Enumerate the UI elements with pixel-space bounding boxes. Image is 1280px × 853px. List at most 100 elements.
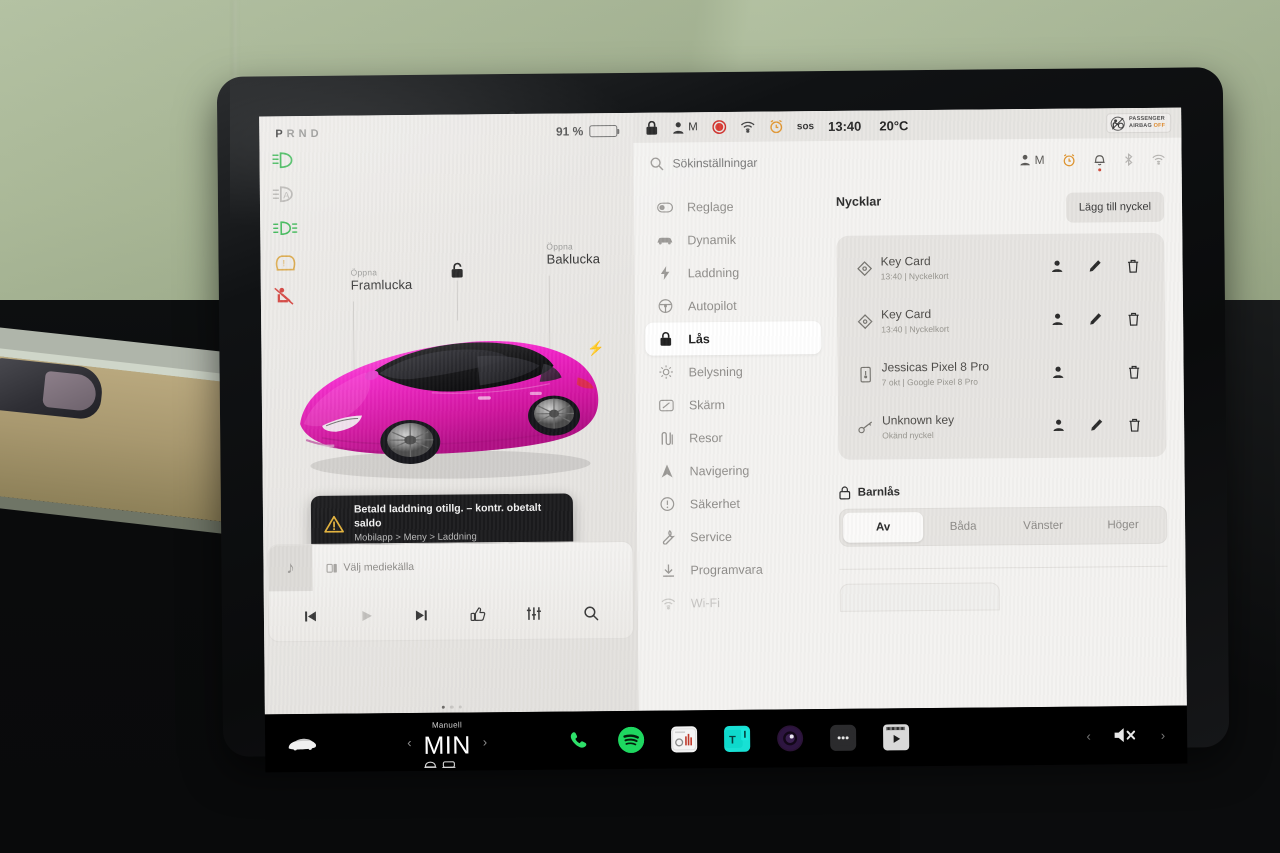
child-lock-option-vanster[interactable]: Vänster: [1003, 511, 1083, 542]
svg-text:T: T: [729, 734, 736, 746]
status-bar: M sos 13:40 20°C PASSENGER AIRBAG OFF: [633, 107, 1182, 143]
volume-muted-icon[interactable]: [1113, 726, 1139, 744]
edit-key-button[interactable]: [1089, 259, 1103, 272]
auto-high-beam-icon: A: [272, 184, 298, 204]
sidebar-item-navigering[interactable]: Navigering: [646, 453, 822, 488]
display-icon: [658, 399, 675, 411]
chevron-left-icon[interactable]: ‹: [407, 735, 411, 750]
front-trunk-callout[interactable]: Öppna Framlucka: [350, 267, 413, 292]
thumbs-up-button[interactable]: [470, 606, 486, 622]
toybox-app-icon[interactable]: T: [724, 725, 751, 753]
locked-padlock-icon[interactable]: [645, 120, 658, 135]
settings-search-bar[interactable]: M: [633, 137, 1182, 185]
wifi-icon: [660, 597, 677, 610]
driver-profile-icon[interactable]: M: [1020, 153, 1045, 167]
battery-percent-label: 91 %: [555, 124, 584, 139]
page-dot-1[interactable]: [441, 705, 446, 709]
page-dot-3[interactable]: [458, 705, 463, 709]
sidebar-item-service[interactable]: Service: [647, 519, 823, 554]
edit-key-button[interactable]: [1090, 418, 1104, 431]
rear-trunk-label: Baklucka: [546, 251, 601, 267]
theater-app-icon[interactable]: [883, 724, 910, 751]
child-lock-option-hoger[interactable]: Höger: [1083, 510, 1163, 541]
equalizer-button[interactable]: [526, 606, 542, 622]
sidebar-item-dynamik[interactable]: Dynamik: [644, 222, 820, 257]
outside-temperature: 20°C: [879, 117, 909, 133]
wifi-icon[interactable]: [740, 121, 755, 133]
climate-readout[interactable]: Manuell MIN: [423, 715, 471, 768]
sidebar-item-sakerhet[interactable]: Säkerhet: [647, 486, 823, 521]
sidebar-item-las[interactable]: Lås: [645, 321, 822, 356]
keys-header: Nycklar Lägg till nyckel: [836, 191, 1165, 225]
wifi-icon[interactable]: [1152, 153, 1166, 165]
sidebar-item-belysning[interactable]: Belysning: [645, 354, 821, 389]
battery-indicator[interactable]: 91 %: [555, 124, 618, 139]
assign-driver-button[interactable]: [1051, 260, 1065, 273]
bolt-icon: [657, 265, 674, 280]
page-dot-2[interactable]: [450, 705, 454, 709]
key-list-item[interactable]: Key Card 13:40 | Nyckelkort: [849, 292, 1161, 348]
car-front-icon[interactable]: [287, 734, 317, 751]
battery-icon: [589, 125, 618, 138]
driver-profile-indicator[interactable]: M: [672, 121, 698, 134]
phone-app-icon[interactable]: [565, 727, 591, 753]
bluetooth-icon[interactable]: [1124, 152, 1134, 166]
search-input[interactable]: [672, 154, 883, 171]
delete-key-button[interactable]: [1127, 311, 1141, 326]
key-list-item[interactable]: Key Card 13:40 | Nyckelkort: [848, 239, 1160, 295]
rear-trunk-callout[interactable]: Öppna Baklucka: [546, 241, 601, 267]
sidebar-item-skarm[interactable]: Skärm: [646, 387, 822, 422]
edit-key-button[interactable]: [1089, 312, 1103, 325]
key-list-item[interactable]: Unknown key Okänd nyckel: [850, 398, 1162, 454]
media-search-button[interactable]: [583, 605, 599, 621]
climate-control: ‹ Manuell MIN ›: [407, 715, 488, 769]
sidebar-item-label: Autopilot: [687, 298, 737, 313]
play-button[interactable]: [359, 608, 374, 623]
previous-track-button[interactable]: [303, 608, 318, 623]
delete-key-button[interactable]: [1127, 258, 1141, 273]
chevron-right-icon[interactable]: ›: [483, 734, 487, 749]
sidebar-item-reglage[interactable]: Reglage: [644, 189, 820, 224]
alarm-clock-icon[interactable]: [1063, 153, 1076, 166]
assign-driver-button[interactable]: [1051, 313, 1065, 326]
keys-list: Key Card 13:40 | Nyckelkort Key Card 13:…: [836, 232, 1167, 460]
sidebar-item-wifi[interactable]: Wi-Fi: [648, 585, 824, 620]
next-setting-control-partial[interactable]: [839, 582, 1000, 612]
sentry-record-icon[interactable]: [711, 120, 726, 134]
car-icon: [656, 235, 673, 245]
key-info: Jessicas Pixel 8 Pro 7 okt | Google Pixe…: [882, 359, 1052, 387]
key-fob-icon: [850, 420, 882, 434]
next-track-button[interactable]: [414, 607, 429, 622]
key-list-item[interactable]: Jessicas Pixel 8 Pro 7 okt | Google Pixe…: [849, 345, 1161, 401]
key-info: Unknown key Okänd nyckel: [882, 412, 1052, 441]
volume-prev-icon[interactable]: ‹: [1086, 728, 1090, 743]
delete-key-button[interactable]: [1128, 364, 1142, 379]
dashcam-app-icon[interactable]: [777, 725, 804, 752]
sos-button[interactable]: sos: [797, 121, 814, 132]
media-source-selector[interactable]: Välj mediekälla: [326, 561, 414, 574]
media-player-card[interactable]: ♪ Välj mediekälla: [267, 540, 635, 643]
sidebar-item-programvara[interactable]: Programvara: [647, 552, 823, 587]
child-lock-option-av[interactable]: Av: [842, 512, 924, 543]
key-name: Key Card: [881, 306, 932, 322]
notification-bell-icon[interactable]: [1094, 153, 1106, 171]
key-actions: [1052, 364, 1162, 379]
driver-profile-letter-2: M: [1034, 152, 1045, 167]
sidebar-item-autopilot[interactable]: Autopilot: [645, 288, 821, 323]
child-lock-option-bada[interactable]: Båda: [923, 511, 1003, 542]
add-key-button[interactable]: Lägg till nyckel: [1065, 191, 1165, 223]
spotify-app-icon[interactable]: [618, 726, 645, 754]
volume-next-icon[interactable]: ›: [1161, 727, 1165, 742]
front-trunk-action: Öppna: [350, 267, 378, 278]
sidebar-item-laddning[interactable]: Laddning: [645, 255, 821, 290]
alarm-clock-icon[interactable]: [769, 119, 783, 134]
assign-driver-button[interactable]: [1052, 419, 1066, 432]
vehicle-render[interactable]: [281, 303, 613, 496]
radio-app-icon[interactable]: [671, 726, 698, 753]
delete-key-button[interactable]: [1128, 417, 1142, 432]
sidebar-item-label: Resor: [689, 430, 723, 445]
more-apps-button[interactable]: [830, 724, 857, 751]
assign-driver-button[interactable]: [1052, 366, 1066, 379]
unlocked-padlock-icon[interactable]: [449, 261, 467, 279]
sidebar-item-resor[interactable]: Resor: [646, 420, 822, 455]
